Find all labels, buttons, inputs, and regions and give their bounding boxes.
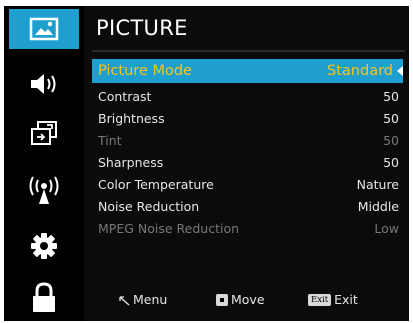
menu-row-brightness[interactable]: Brightness 50 [92,107,403,129]
settings-gear-icon [31,233,57,259]
menu-row-tint: Tint 50 [92,129,403,151]
menu-row-contrast[interactable]: Contrast 50 [92,85,403,107]
lock-icon [33,282,55,312]
row-value: Low [374,220,399,236]
title-divider [92,50,405,52]
back-arrow-icon [119,295,130,305]
row-label: Contrast [98,88,152,104]
row-label: Sharpness [98,154,164,170]
row-label: Color Temperature [98,176,214,192]
menu-row-mpeg-noise-reduction: MPEG Noise Reduction Low [92,217,403,239]
row-label: Picture Mode [98,63,192,79]
sidebar-item-lock[interactable] [9,278,79,318]
button-hint-bar: Menu Move Exit Exit [94,292,403,312]
sidebar-item-picture[interactable] [9,9,79,49]
row-label: MPEG Noise Reduction [98,220,240,236]
menu-row-color-temperature[interactable]: Color Temperature Nature [92,173,403,195]
category-sidebar [4,6,84,321]
sound-icon [31,74,56,94]
move-hint: Move [216,292,265,307]
row-value: 50 [383,110,399,126]
sidebar-item-input-source[interactable] [9,113,79,153]
input-source-icon [31,121,57,145]
exit-hint-label: Exit [334,292,358,307]
picture-settings-panel: PICTURE Picture Mode Standard Contrast 5… [84,6,409,321]
menu-hint: Menu [118,292,167,307]
exit-key-badge: Exit [308,293,332,306]
menu-row-noise-reduction[interactable]: Noise Reduction Middle [92,195,403,217]
arrow-left-icon[interactable] [397,66,403,76]
sidebar-item-sound[interactable] [9,64,79,104]
row-label: Noise Reduction [98,198,200,214]
row-value: 50 [383,154,399,170]
menu-row-sharpness[interactable]: Sharpness 50 [92,151,403,173]
row-value: 50 [383,88,399,104]
menu-title: PICTURE [96,16,188,40]
row-value: Standard [327,63,393,79]
row-value: Nature [356,176,399,192]
move-hint-label: Move [231,292,265,307]
row-label: Brightness [98,110,165,126]
broadcast-antenna-icon [29,176,59,204]
menu-row-picture-mode[interactable]: Picture Mode Standard [92,59,403,83]
sidebar-item-settings[interactable] [9,226,79,266]
exit-hint: Exit Exit [308,292,358,307]
row-value: 50 [383,132,399,148]
row-value: Middle [357,198,399,214]
row-label: Tint [98,132,122,148]
tv-osd-menu: PICTURE Picture Mode Standard Contrast 5… [4,6,409,321]
menu-hint-label: Menu [133,292,168,307]
row-value-picker[interactable]: Standard [327,63,403,79]
dpad-icon [216,293,228,306]
sidebar-item-channel[interactable] [9,170,79,210]
picture-icon [29,17,59,41]
